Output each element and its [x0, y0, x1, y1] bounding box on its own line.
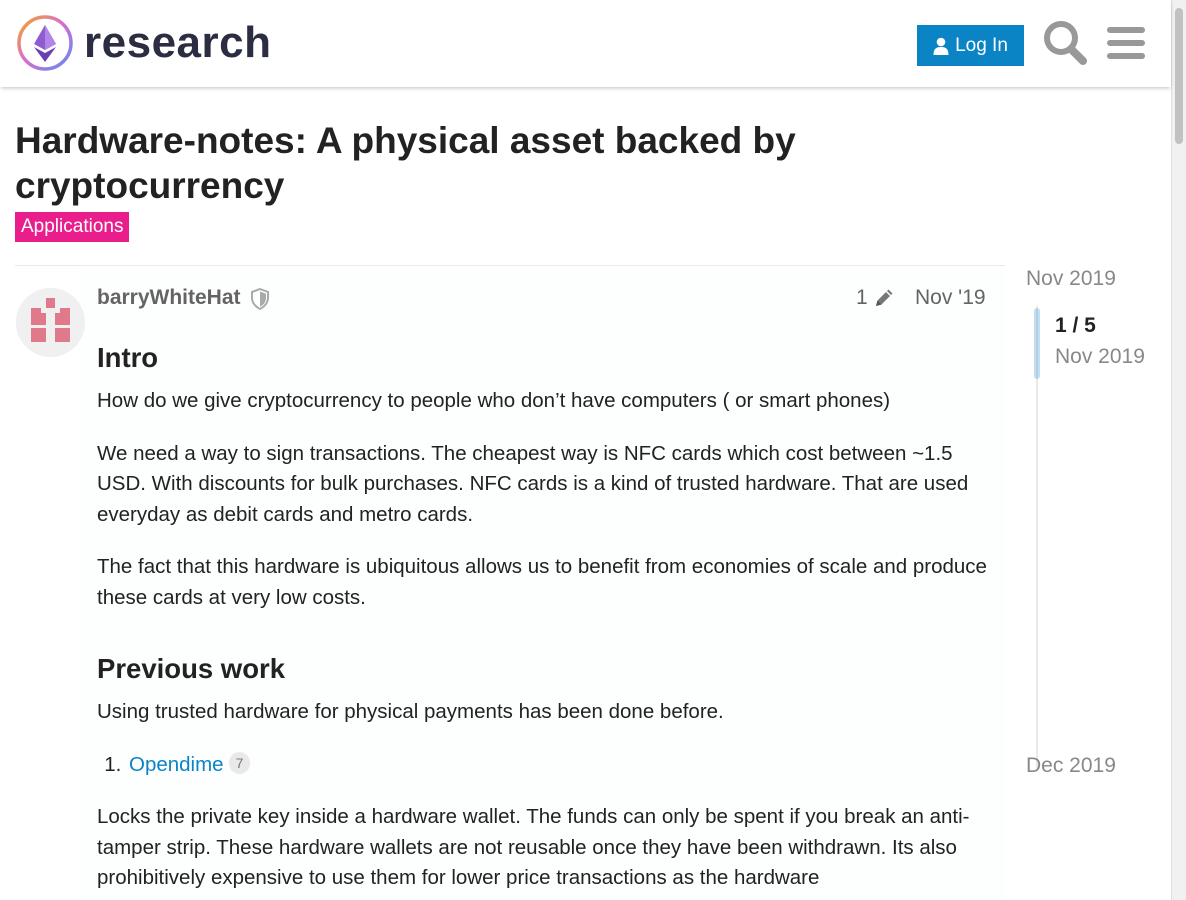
paragraph: Locks the private key inside a hardware …	[97, 805, 970, 889]
timeline-position-date: Nov 2019	[1055, 345, 1145, 368]
paragraph: We need a way to sign transactions. The …	[97, 441, 969, 526]
login-button[interactable]: Log In	[917, 25, 1024, 66]
search-icon[interactable]	[1043, 20, 1087, 66]
edit-history-count[interactable]: 1	[856, 286, 868, 310]
avatar[interactable]	[16, 288, 85, 357]
logo-text: research	[84, 18, 272, 67]
post-username[interactable]: barryWhiteHat	[97, 286, 241, 310]
timeline-end-date[interactable]: Dec 2019	[1026, 754, 1116, 778]
paragraph: How do we give cryptocurrency to people …	[97, 389, 891, 412]
identicon-avatar-icon	[16, 288, 85, 357]
category-badge[interactable]: Applications	[15, 212, 130, 242]
user-icon	[933, 37, 949, 55]
post-content: Intro How do we give cryptocurrency to p…	[97, 340, 992, 900]
paragraph: Using trusted hardware for physical paym…	[97, 700, 724, 723]
heading-previous-work: Previous work	[97, 653, 285, 684]
site-logo[interactable]: research	[16, 14, 271, 72]
page-scrollbar[interactable]	[1171, 0, 1186, 900]
link-click-count: 7	[228, 751, 251, 774]
list-item: Opendime7	[127, 750, 992, 781]
timeline-position: 1 / 5	[1055, 314, 1096, 337]
heading-intro: Intro	[97, 342, 159, 373]
hamburger-menu-icon[interactable]	[1105, 24, 1147, 62]
paragraph: The fact that this hardware is ubiquitou…	[97, 555, 987, 609]
timeline-scroll-handle[interactable]	[1034, 308, 1040, 379]
reference-list: Opendime7	[127, 750, 992, 781]
timeline-start-date[interactable]: Nov 2019	[1026, 267, 1116, 291]
shield-icon	[251, 288, 269, 310]
scrollbar-thumb[interactable]	[1175, 8, 1183, 144]
ethereum-logo-icon	[17, 15, 73, 71]
opendime-link[interactable]: Opendime	[129, 753, 224, 776]
pencil-icon[interactable]	[873, 287, 895, 309]
topic-title[interactable]: Hardware-notes: A physical asset backed …	[15, 118, 895, 208]
site-header: research Log In	[0, 0, 1171, 87]
login-label: Log In	[955, 34, 1008, 56]
post-date[interactable]: Nov '19	[915, 286, 986, 310]
